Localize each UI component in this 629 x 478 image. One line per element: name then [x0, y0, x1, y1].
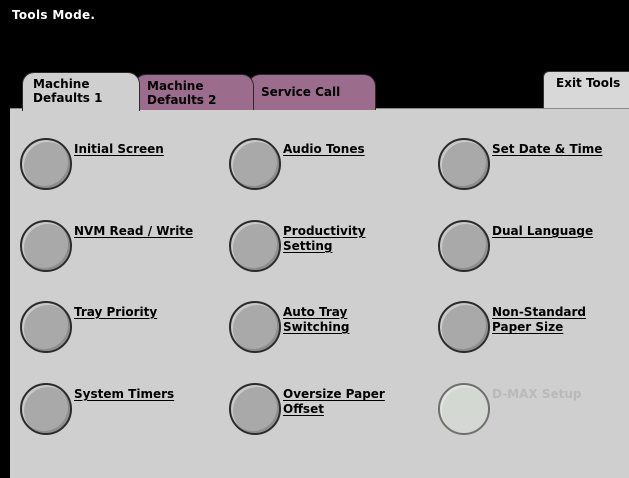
feature-label: Set Date & Time [492, 142, 603, 156]
non-standard-paper-size-button[interactable]: Non-Standard Paper Size [438, 301, 629, 361]
d-max-setup-button: D-MAX Setup [438, 383, 629, 443]
tab-label: Defaults 1 [33, 91, 103, 105]
feature-label: System Timers [74, 387, 175, 401]
tab-service-call[interactable]: Service Call [248, 74, 376, 110]
round-button-icon[interactable] [20, 301, 72, 353]
audio-tones-button[interactable]: Audio Tones [229, 138, 429, 198]
feature-label: Tray Priority [74, 305, 158, 319]
tools-mode-screen: Tools Mode. Service Call Machine Default… [0, 0, 629, 478]
round-button-icon[interactable] [20, 220, 72, 272]
round-button-icon[interactable] [20, 383, 72, 435]
round-button-icon[interactable] [229, 383, 281, 435]
set-date-time-button[interactable]: Set Date & Time [438, 138, 629, 198]
exit-tools-button[interactable]: Exit Tools [543, 71, 629, 109]
system-timers-button[interactable]: System Timers [20, 383, 220, 443]
productivity-setting-button[interactable]: Productivity Setting [229, 220, 429, 280]
feature-label: Non-Standard Paper Size [492, 305, 587, 334]
round-button-icon[interactable] [438, 301, 490, 353]
feature-label: Initial Screen [74, 142, 164, 156]
feature-label: Audio Tones [283, 142, 365, 156]
dual-language-button[interactable]: Dual Language [438, 220, 629, 280]
round-button-icon [438, 383, 490, 435]
auto-tray-switching-button[interactable]: Auto Tray Switching [229, 301, 429, 361]
tab-label: Service Call [261, 85, 341, 99]
initial-screen-button[interactable]: Initial Screen [20, 138, 220, 198]
round-button-icon[interactable] [229, 138, 281, 190]
round-button-icon[interactable] [229, 301, 281, 353]
round-button-icon[interactable] [438, 220, 490, 272]
feature-label: Oversize Paper Offset [283, 387, 385, 416]
tab-label: Machine [147, 79, 204, 93]
round-button-icon[interactable] [438, 138, 490, 190]
tab-label: Machine [33, 77, 90, 91]
tab-machine-defaults-2[interactable]: Machine Defaults 2 [134, 74, 254, 110]
feature-label: D-MAX Setup [492, 387, 582, 401]
tray-priority-button[interactable]: Tray Priority [20, 301, 220, 361]
tab-label: Defaults 2 [147, 93, 217, 107]
nvm-read-write-button[interactable]: NVM Read / Write [20, 220, 220, 280]
round-button-icon[interactable] [20, 138, 72, 190]
feature-label: NVM Read / Write [74, 224, 194, 238]
feature-label: Dual Language [492, 224, 594, 238]
oversize-paper-offset-button[interactable]: Oversize Paper Offset [229, 383, 429, 443]
tab-machine-defaults-1[interactable]: Machine Defaults 1 [22, 72, 140, 111]
feature-label: Productivity Setting [283, 224, 366, 253]
mode-title: Tools Mode. [12, 8, 96, 22]
round-button-icon[interactable] [229, 220, 281, 272]
feature-label: Auto Tray Switching [283, 305, 350, 334]
tab-panel: Initial Screen NVM Read / Write Tray Pri… [10, 109, 629, 478]
